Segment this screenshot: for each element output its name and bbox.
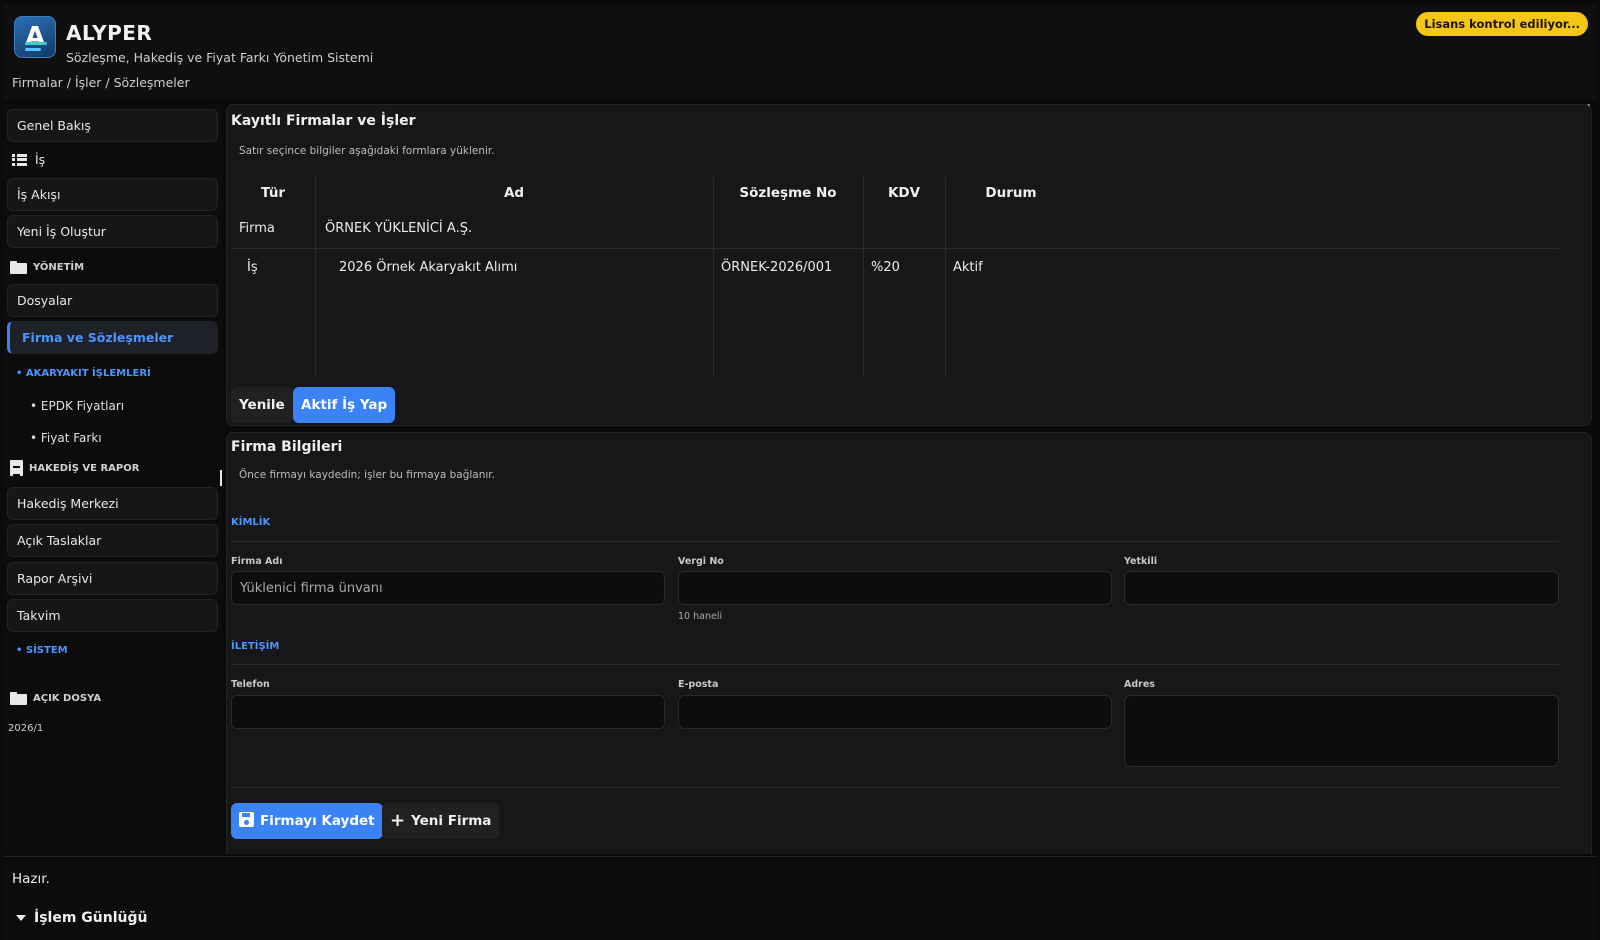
- firm-info-title: Firma Bilgileri: [231, 439, 343, 455]
- section-open-file-label: AÇIK DOSYA: [33, 693, 102, 704]
- authorized-label: Yetkili: [1124, 556, 1158, 567]
- column-header-contract-no[interactable]: Sözleşme No: [713, 185, 863, 201]
- tax-no-input[interactable]: [678, 571, 1112, 605]
- cell-status: Aktif: [953, 260, 983, 275]
- identity-group-label: KİMLİK: [231, 517, 271, 528]
- section-progress-report: HAKEDİŞ VE RAPOR: [10, 460, 139, 476]
- document-icon: [10, 460, 23, 476]
- folder-icon: [10, 692, 27, 705]
- sidebar-item-new-job[interactable]: Yeni İş Oluştur: [7, 215, 218, 248]
- app-title: ALYPER: [66, 21, 153, 45]
- address-input[interactable]: [1124, 695, 1559, 767]
- sidebar-item-calendar[interactable]: Takvim: [7, 599, 218, 632]
- tax-no-helper: 10 haneli: [678, 611, 723, 622]
- section-system[interactable]: • SİSTEM: [16, 645, 68, 656]
- sidebar-splitter[interactable]: [220, 470, 222, 486]
- save-firm-button[interactable]: Firmayı Kaydet: [231, 803, 383, 839]
- sidebar-item-report-archive[interactable]: Rapor Arşivi: [7, 562, 218, 595]
- registry-table[interactable]: Tür Ad Sözleşme No KDV Durum Firma ÖRNEK…: [231, 177, 1559, 377]
- address-label: Adres: [1124, 679, 1155, 690]
- new-firm-label: Yeni Firma: [411, 813, 492, 829]
- section-progress-report-label: HAKEDİŞ VE RAPOR: [29, 462, 140, 474]
- section-fuel-ops[interactable]: • AKARYAKIT İŞLEMLERİ: [16, 368, 151, 379]
- firm-info-panel: Firma Bilgileri Önce firmayı kaydedin; i…: [226, 432, 1592, 854]
- status-text: Hazır.: [12, 871, 50, 887]
- section-open-file: AÇIK DOSYA: [10, 692, 101, 705]
- column-header-type[interactable]: Tür: [231, 185, 315, 201]
- sidebar-item-firms-contracts[interactable]: Firma ve Sözleşmeler: [7, 321, 218, 354]
- firm-name-input[interactable]: [231, 571, 665, 605]
- phone-input[interactable]: [231, 695, 665, 729]
- breadcrumb: Firmalar / İşler / Sözleşmeler: [12, 75, 190, 90]
- section-management: YÖNETİM: [10, 261, 84, 274]
- main-content: Kayıtlı Firmalar ve İşler Satır seçince …: [226, 104, 1592, 854]
- plus-icon: +: [390, 810, 406, 831]
- refresh-button[interactable]: Yenile: [231, 387, 293, 423]
- save-firm-label: Firmayı Kaydet: [260, 813, 375, 829]
- activity-log-label: İşlem Günlüğü: [34, 910, 148, 926]
- cell-name: 2026 Örnek Akaryakıt Alımı: [339, 260, 518, 275]
- caret-down-icon: [16, 915, 26, 921]
- app-logo-icon: A: [14, 16, 56, 58]
- new-firm-button[interactable]: + Yeni Firma: [382, 803, 500, 839]
- email-input[interactable]: [678, 695, 1112, 729]
- sidebar-item-overview[interactable]: Genel Bakış: [7, 109, 218, 142]
- folder-icon: [10, 261, 27, 274]
- list-icon: [12, 153, 27, 166]
- license-status-badge: Lisans kontrol ediliyor...: [1416, 12, 1588, 36]
- activity-log-toggle[interactable]: İşlem Günlüğü: [16, 910, 147, 926]
- cell-type: Firma: [239, 221, 275, 236]
- registry-panel: Kayıtlı Firmalar ve İşler Satır seçince …: [226, 104, 1592, 426]
- status-bar: Hazır. İşlem Günlüğü: [4, 856, 1596, 940]
- header: A ALYPER Sözleşme, Hakediş ve Fiyat Fark…: [4, 4, 1596, 100]
- sidebar-item-workflow[interactable]: İş Akışı: [7, 178, 218, 211]
- section-management-label: YÖNETİM: [33, 262, 85, 273]
- sidebar-item-is[interactable]: İş: [12, 152, 45, 167]
- cell-vat: %20: [871, 260, 900, 275]
- app-window: A ALYPER Sözleşme, Hakediş ve Fiyat Fark…: [0, 0, 1600, 940]
- firm-name-label: Firma Adı: [231, 556, 283, 567]
- contact-group-label: İLETİŞİM: [231, 641, 280, 652]
- save-icon: [239, 812, 254, 827]
- column-header-vat[interactable]: KDV: [863, 185, 945, 201]
- column-header-status[interactable]: Durum: [945, 185, 1077, 201]
- sidebar-item-price-diff[interactable]: • Fiyat Farkı: [30, 431, 102, 445]
- set-active-job-button[interactable]: Aktif İş Yap: [293, 387, 396, 423]
- phone-label: Telefon: [231, 679, 270, 690]
- authorized-input[interactable]: [1124, 571, 1559, 605]
- sidebar: Genel Bakış İş İş Akışı Yeni İş Oluştur …: [4, 104, 222, 854]
- open-file-value: 2026/1: [8, 723, 44, 734]
- tax-no-label: Vergi No: [678, 556, 724, 567]
- registry-title: Kayıtlı Firmalar ve İşler: [231, 113, 416, 129]
- registry-hint: Satır seçince bilgiler aşağıdaki formlar…: [239, 145, 495, 157]
- app-subtitle: Sözleşme, Hakediş ve Fiyat Farkı Yönetim…: [66, 50, 374, 65]
- column-header-name[interactable]: Ad: [315, 185, 713, 201]
- cell-type: İş: [247, 260, 258, 275]
- sidebar-item-epdk[interactable]: • EPDK Fiyatları: [30, 399, 124, 413]
- cell-name: ÖRNEK YÜKLENİCİ A.Ş.: [325, 221, 473, 236]
- sidebar-item-open-drafts[interactable]: Açık Taslaklar: [7, 524, 218, 557]
- firm-info-hint: Önce firmayı kaydedin; işler bu firmaya …: [239, 469, 495, 481]
- email-label: E-posta: [678, 679, 719, 690]
- sidebar-item-files[interactable]: Dosyalar: [7, 284, 218, 317]
- cell-contract-no: ÖRNEK-2026/001: [721, 260, 833, 275]
- sidebar-item-progress-center[interactable]: Hakediş Merkezi: [7, 487, 218, 520]
- sidebar-item-is-label: İş: [35, 152, 46, 167]
